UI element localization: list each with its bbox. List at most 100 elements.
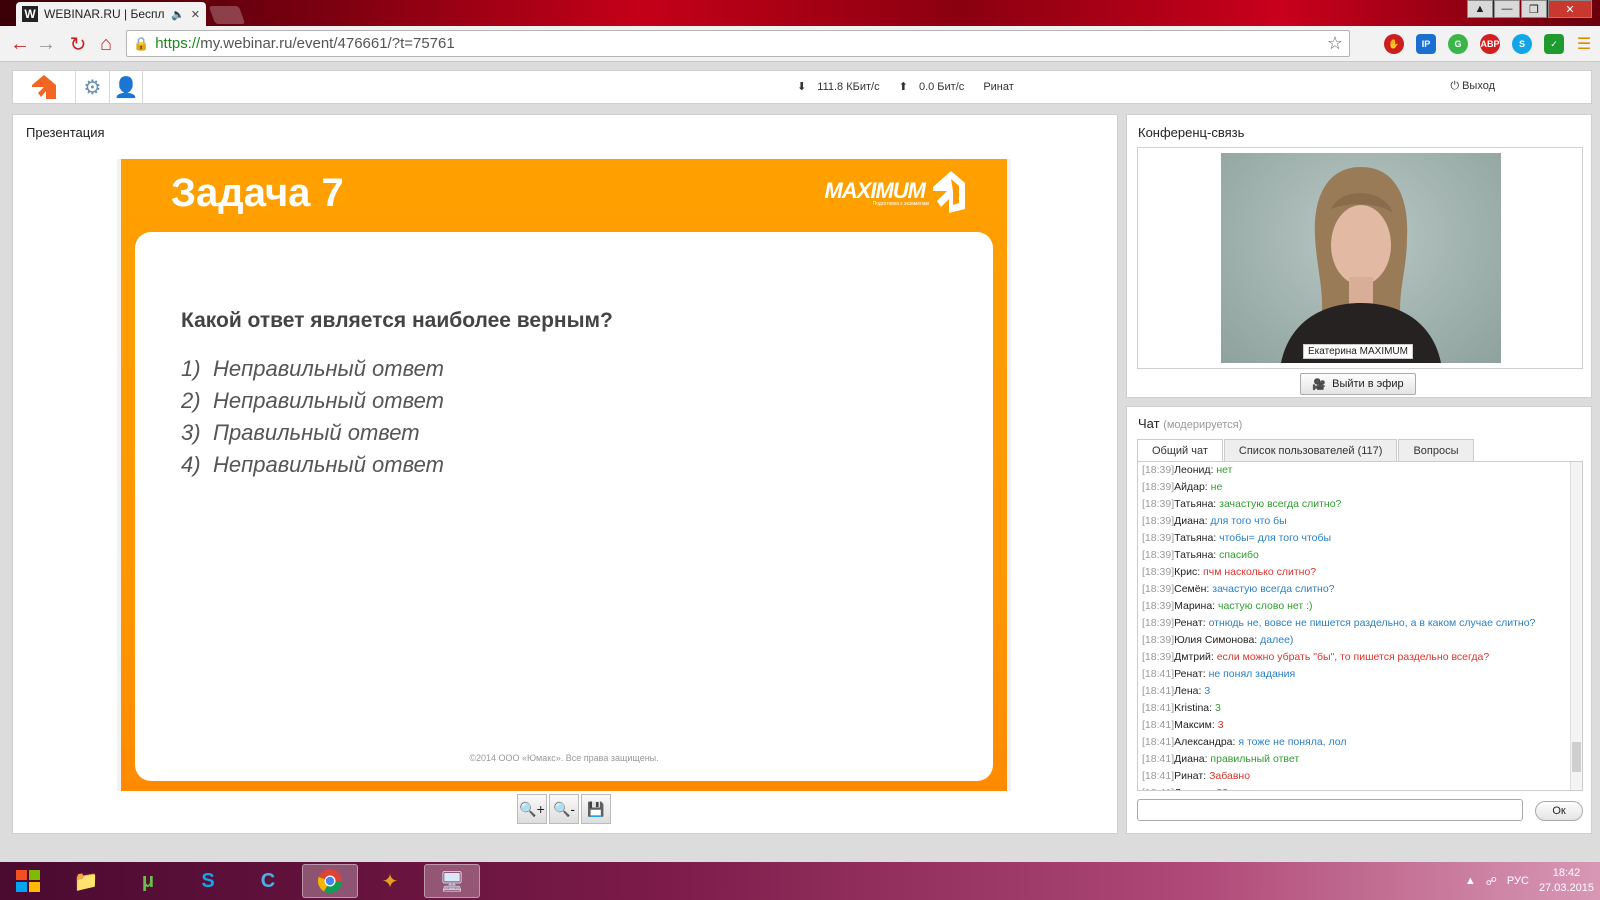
chrome-icon[interactable]: [302, 864, 358, 898]
skype-icon[interactable]: S: [180, 864, 236, 898]
webinar-logo-icon[interactable]: [13, 71, 75, 103]
tab-questions[interactable]: Вопросы: [1398, 439, 1474, 461]
chat-message: [18:41]Ринат: Забавно: [1142, 768, 1582, 785]
save-icon[interactable]: 💾: [581, 794, 611, 824]
new-tab-button[interactable]: [208, 6, 246, 24]
chat-message-author: Ринат:: [1174, 770, 1207, 782]
utorrent-icon[interactable]: μ: [120, 864, 176, 898]
reload-icon[interactable]: ↻: [66, 32, 90, 56]
logout-button[interactable]: ⏻ Выход: [1450, 80, 1495, 93]
clock-date: 27.03.2015: [1538, 882, 1594, 894]
back-icon[interactable]: ←: [8, 32, 32, 56]
chat-message-time: [18:41]: [1142, 702, 1175, 714]
browser-tab[interactable]: W WEBINAR.RU | Бесплат 🔈 ✕: [16, 2, 206, 26]
chat-scrollbar[interactable]: [1570, 462, 1582, 790]
chat-title: Чат (модерируется): [1138, 416, 1242, 431]
chat-send-button[interactable]: Ок: [1535, 801, 1583, 821]
upload-speed: 0.0 Бит/с: [918, 81, 965, 93]
tab-close-icon[interactable]: ✕: [191, 8, 200, 21]
lock-icon: 🔒: [133, 35, 150, 51]
network-icon[interactable]: ☍: [1486, 875, 1497, 888]
add-user-icon[interactable]: 👤: [109, 71, 143, 103]
close-window-button[interactable]: ✕: [1548, 0, 1592, 18]
chat-message-author: Юлия Симонова:: [1174, 634, 1258, 646]
upload-arrow-icon: ⬆: [898, 81, 908, 93]
menu-icon[interactable]: ☰: [1574, 34, 1594, 54]
chat-message-author: Диана:: [1174, 753, 1208, 765]
video-frame: Екатерина MAXIMUM: [1137, 147, 1583, 369]
maximum-house-icon: [933, 171, 965, 213]
presentation-slide: Задача 7 MAXIMUM Подготовка к экзаменам …: [117, 159, 1011, 791]
chat-message-time: [18:39]: [1142, 566, 1175, 578]
language-indicator[interactable]: РУС: [1507, 875, 1529, 887]
chat-message-time: [18:39]: [1142, 532, 1175, 544]
address-bar[interactable]: 🔒 https:// my.webinar.ru/event/476661/?t…: [126, 30, 1350, 57]
tab-general-chat[interactable]: Общий чат: [1137, 439, 1223, 461]
slide-answer: 4) Неправильный ответ: [181, 452, 444, 477]
home-icon[interactable]: ⌂: [94, 32, 118, 56]
presentation-toolbar: 🔍+ 🔍- 💾: [517, 794, 611, 824]
chat-message-time: [18:39]: [1142, 515, 1175, 527]
url-protocol: https://: [155, 35, 201, 52]
clock[interactable]: 18:42 27.03.2015: [1539, 866, 1594, 896]
chat-message-time: [18:41]: [1142, 685, 1175, 697]
chat-message-time: [18:39]: [1142, 481, 1175, 493]
windows-taskbar: 📁 μ S C ✦ 🖥 ▲ ☍ РУС 18:42 27.03.2015: [0, 862, 1600, 900]
chat-message-time: [18:41]: [1142, 753, 1175, 765]
slide-answer: 1) Неправильный ответ: [181, 356, 444, 381]
chat-message-author: Максим:: [1174, 719, 1215, 731]
chat-message-author: Александра:: [1174, 736, 1236, 748]
tray-expand-icon[interactable]: ▲: [1465, 875, 1476, 887]
tab-title: WEBINAR.RU | Бесплат: [44, 7, 166, 21]
forward-icon[interactable]: →: [34, 32, 58, 56]
chat-message-time: [18:41]: [1142, 736, 1175, 748]
ip-extension-icon[interactable]: IP: [1416, 34, 1436, 54]
skype-extension-icon[interactable]: S: [1512, 34, 1532, 54]
user-icon[interactable]: ▲: [1467, 0, 1493, 18]
chat-scrollbar-thumb[interactable]: [1572, 742, 1581, 772]
conference-panel: Конференц-связь Екатерина MAXIMUM 🎥 Выйт…: [1126, 114, 1592, 398]
tab-user-list[interactable]: Список пользователей (117): [1223, 439, 1398, 461]
settings-gear-icon[interactable]: ⚙: [75, 71, 109, 103]
chat-message-author: Айдар:: [1174, 481, 1208, 493]
webinar-app: ⚙ 👤 ⬇ 111.8 КБит/с ⬆ 0.0 Бит/с Ринат ⏻ В…: [0, 62, 1600, 862]
bookmark-star-icon[interactable]: ☆: [1327, 33, 1343, 54]
chat-message-text: зачастую всегда слитно?: [1219, 498, 1342, 510]
chat-message-text: Забавно: [1209, 770, 1251, 782]
chat-message: [18:39]Дмтрий: если можно убрать "бы", т…: [1142, 649, 1582, 666]
logout-label: Выход: [1462, 80, 1495, 92]
presentation-panel: Презентация Задача 7 MAXIMUM Подготовка …: [12, 114, 1118, 834]
app-pinned-icon[interactable]: ✦: [362, 864, 418, 898]
stop-icon[interactable]: ✋: [1384, 34, 1404, 54]
restore-button[interactable]: ❐: [1521, 0, 1547, 18]
remote-desktop-icon[interactable]: 🖥: [424, 864, 480, 898]
ccleaner-icon[interactable]: C: [240, 864, 296, 898]
chat-message-text: частую слово нет :): [1218, 600, 1313, 612]
current-user-name: Ринат: [983, 81, 1014, 93]
chat-message: [18:39]Татьяна: чтобы= для того чтобы: [1142, 530, 1582, 547]
chat-message: [18:41]Леонид: 3?: [1142, 785, 1582, 790]
file-explorer-icon[interactable]: 📁: [58, 864, 114, 898]
chat-message: [18:41]Ренат: не понял задания: [1142, 666, 1582, 683]
go-on-air-button[interactable]: 🎥 Выйти в эфир: [1300, 373, 1416, 395]
power-icon: ⏻: [1450, 80, 1460, 92]
chat-message-time: [18:39]: [1142, 634, 1175, 646]
chat-message-text: пчм насколько слитно?: [1203, 566, 1317, 578]
chat-message-text: 3?: [1216, 787, 1228, 790]
chat-message: [18:39]Татьяна: зачастую всегда слитно?: [1142, 496, 1582, 513]
speaker-icon[interactable]: 🔈: [171, 8, 185, 21]
minimize-button[interactable]: —: [1494, 0, 1520, 18]
chat-message: [18:41]Александра: я тоже не поняла, лол: [1142, 734, 1582, 751]
zoom-in-icon[interactable]: 🔍+: [517, 794, 547, 824]
chat-message: [18:41]Диана: правильный ответ: [1142, 751, 1582, 768]
chat-title-label: Чат: [1138, 416, 1160, 431]
windows-start-icon[interactable]: [10, 866, 46, 896]
zoom-out-icon[interactable]: 🔍-: [549, 794, 579, 824]
chat-message-author: Марина:: [1174, 600, 1216, 612]
shield-extension-icon[interactable]: ✓: [1544, 34, 1564, 54]
adblock-plus-icon[interactable]: ABP: [1480, 34, 1500, 54]
chat-message-time: [18:39]: [1142, 464, 1175, 476]
grammarly-icon[interactable]: G: [1448, 34, 1468, 54]
chat-message-author: Татьяна:: [1174, 532, 1217, 544]
chat-input[interactable]: [1137, 799, 1523, 821]
